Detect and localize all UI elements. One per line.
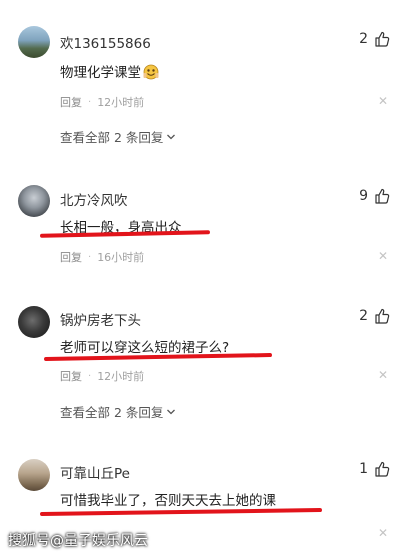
view-all-replies-label: 查看全部 2 条回复 <box>60 405 164 420</box>
like-button[interactable]: 2 <box>359 31 390 47</box>
view-all-replies-link[interactable]: 查看全部 2 条回复 <box>60 402 176 421</box>
username[interactable]: 北方冷风吹 <box>60 189 128 209</box>
reply-button[interactable]: 回复 <box>60 94 82 110</box>
like-count: 2 <box>359 308 368 324</box>
separator-dot: · <box>88 251 92 263</box>
chevron-down-icon <box>167 409 176 414</box>
username[interactable]: 可靠山丘Pe <box>60 462 130 482</box>
reply-button[interactable]: 回复 <box>60 368 82 384</box>
timestamp: 12小时前 <box>97 96 145 109</box>
timestamp: 16小时前 <box>97 251 145 264</box>
thumbs-up-icon <box>375 308 390 324</box>
avatar[interactable] <box>18 185 50 217</box>
thumbs-up-icon <box>375 31 390 47</box>
like-count: 1 <box>359 461 368 477</box>
comment-text-content: 物理化学课堂 <box>60 65 141 81</box>
close-icon[interactable]: ✕ <box>378 249 388 263</box>
comment-text: 可惜我毕业了，否则天天去上她的课 <box>60 493 276 509</box>
separator-dot: · <box>88 370 92 382</box>
comment-meta: 回复 · 16小时前 <box>60 249 144 265</box>
comment-text: 老师可以穿这么短的裙子么? <box>60 340 230 356</box>
view-all-replies-link[interactable]: 查看全部 2 条回复 <box>60 127 176 146</box>
close-icon[interactable]: ✕ <box>378 94 388 108</box>
like-count: 9 <box>359 188 368 204</box>
highlight-underline <box>39 508 323 516</box>
like-button[interactable]: 1 <box>359 461 390 477</box>
like-button[interactable]: 2 <box>359 308 390 324</box>
reply-button[interactable]: 回复 <box>60 249 82 265</box>
comment-meta: 回复 · 12小时前 <box>60 94 144 110</box>
thumbs-up-icon <box>375 461 390 477</box>
comment-text: 物理化学课堂 <box>60 61 159 81</box>
like-count: 2 <box>359 31 368 47</box>
emoji-icon <box>143 64 159 80</box>
watermark: 搜狐号@量子娱乐风云 <box>8 533 148 549</box>
separator-dot: · <box>88 96 92 108</box>
username[interactable]: 锅炉房老下头 <box>60 309 141 329</box>
avatar[interactable] <box>18 306 50 338</box>
avatar[interactable] <box>18 26 50 58</box>
chevron-down-icon <box>167 134 176 139</box>
view-all-replies-label: 查看全部 2 条回复 <box>60 130 164 145</box>
like-button[interactable]: 9 <box>359 188 390 204</box>
avatar[interactable] <box>18 459 50 491</box>
close-icon[interactable]: ✕ <box>378 368 388 382</box>
comment-meta: 回复 · 12小时前 <box>60 368 144 384</box>
thumbs-up-icon <box>375 188 390 204</box>
close-icon[interactable]: ✕ <box>378 526 388 540</box>
username[interactable]: 欢136155866 <box>60 32 151 52</box>
timestamp: 12小时前 <box>97 370 145 383</box>
